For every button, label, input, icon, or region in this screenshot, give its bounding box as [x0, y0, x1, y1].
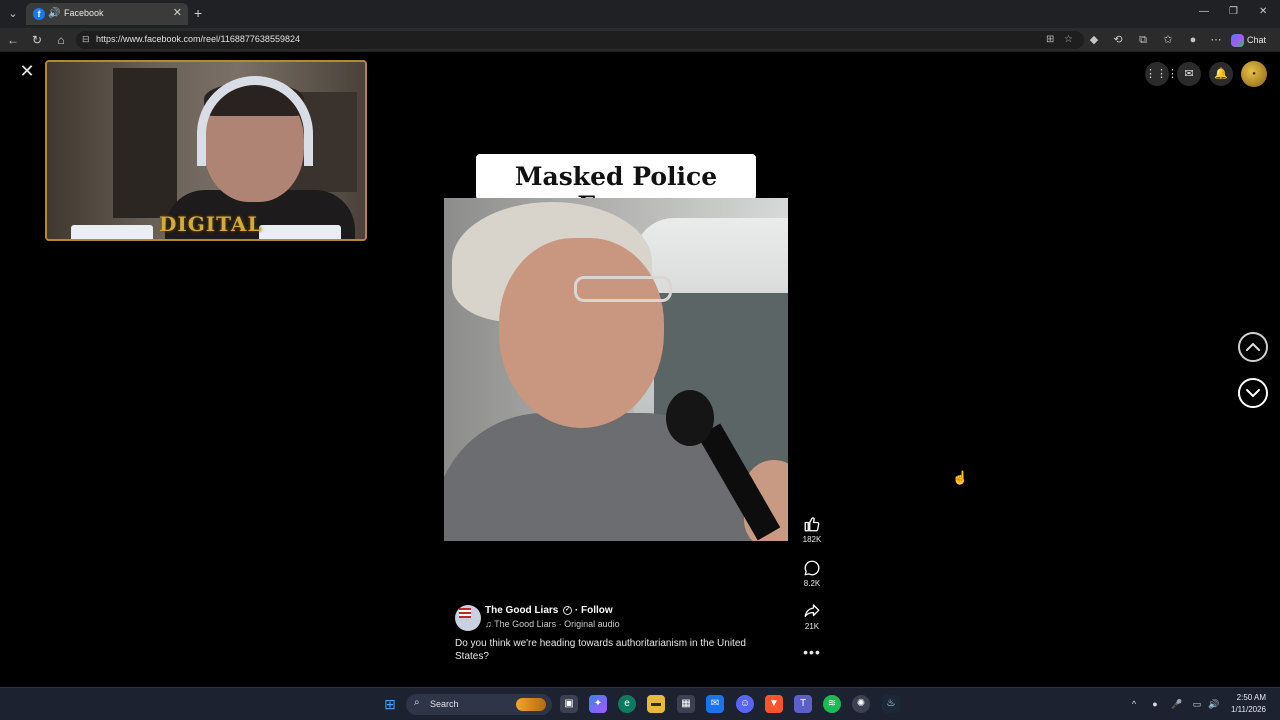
copilot-taskbar-icon[interactable]: ✦	[589, 695, 607, 713]
search-icon: ⌕	[414, 697, 420, 708]
like-icon	[804, 517, 820, 532]
maximize-icon[interactable]: ❐	[1229, 6, 1238, 17]
tab-close-icon[interactable]: ✕	[173, 6, 182, 19]
favorite-star-icon[interactable]: ☆	[1064, 34, 1073, 45]
webcam-lower-bar-right	[259, 225, 341, 239]
author-name[interactable]: The Good Liars	[485, 605, 558, 616]
chevron-up-icon	[1246, 342, 1260, 351]
reader-view-icon[interactable]: ⊞	[1046, 34, 1054, 45]
webcam-overlay: DIGITAL	[45, 60, 367, 241]
flag-icon	[459, 608, 471, 618]
like-button[interactable]: 182K	[798, 515, 826, 544]
microphone-tray-icon[interactable]: 🎤	[1170, 697, 1184, 711]
outlook-icon[interactable]: ✉	[706, 695, 724, 713]
discord-icon[interactable]: ☺	[736, 695, 754, 713]
spotify-icon[interactable]: ≋	[823, 695, 841, 713]
reel-video[interactable]	[444, 198, 788, 541]
chat-label: Chat	[1247, 35, 1267, 45]
network-icon[interactable]: ▭	[1190, 697, 1204, 711]
author-line: The Good Liars ✓ · Follow	[485, 605, 613, 616]
verified-icon: ✓	[563, 605, 573, 615]
close-reel-icon[interactable]: ✕	[18, 62, 36, 80]
webcam-door	[113, 68, 177, 218]
search-highlight-icon	[516, 698, 546, 711]
site-info-icon[interactable]: ⊟	[82, 34, 90, 45]
chatgpt-icon[interactable]: ✺	[852, 695, 870, 713]
taskbar-search[interactable]: ⌕ Search	[406, 694, 552, 715]
split-screen-icon[interactable]: ⧉	[1135, 32, 1151, 48]
chat-button[interactable]: Chat	[1231, 31, 1275, 49]
webcam-lower-bar-left	[71, 225, 153, 239]
microphone-icon	[666, 390, 714, 446]
previous-reel-button[interactable]	[1238, 332, 1268, 362]
tray-app-icon[interactable]: ●	[1148, 697, 1162, 711]
audio-playing-icon[interactable]: 🔊	[48, 7, 60, 21]
window-close-icon[interactable]: ✕	[1259, 6, 1267, 17]
refresh-icon[interactable]: ↻	[29, 32, 45, 48]
video-person-glasses	[574, 276, 672, 302]
clock-date: 1/11/2026	[1231, 705, 1266, 714]
notifications-bell-icon[interactable]: 🔔	[1209, 62, 1233, 86]
minimize-icon[interactable]: —	[1199, 6, 1209, 17]
favorites-icon[interactable]: ✩	[1160, 32, 1176, 48]
audio-line[interactable]: ♫ The Good Liars · Original audio	[485, 619, 620, 629]
share-icon	[804, 604, 820, 617]
music-note-icon: ♫	[485, 619, 495, 629]
share-count: 21K	[804, 622, 820, 631]
reel-caption: Do you think we're heading towards autho…	[455, 638, 746, 662]
address-bar[interactable]: ⊟ https://www.facebook.com/reel/11688776…	[76, 31, 1084, 49]
more-actions-icon[interactable]: •••	[798, 644, 826, 660]
messenger-icon[interactable]: ✉	[1177, 62, 1201, 86]
comment-button[interactable]: 8.2K	[798, 559, 826, 588]
teams-icon[interactable]: T	[794, 695, 812, 713]
hand-cursor-icon: ☝	[952, 470, 969, 485]
brave-icon[interactable]: ▼	[765, 695, 783, 713]
windows-start-icon[interactable]: ⊞	[381, 695, 399, 713]
profile-toolbar-icon[interactable]: ●	[1185, 32, 1201, 48]
more-options-icon[interactable]: ⋯	[1208, 32, 1224, 48]
home-icon[interactable]: ⌂	[53, 32, 69, 48]
author-avatar[interactable]	[455, 605, 481, 631]
taskbar-clock[interactable]: 2:50 AM 1/11/2026	[1222, 692, 1266, 716]
tray-overflow-icon[interactable]: ^	[1127, 697, 1141, 711]
clock-time: 2:50 AM	[1236, 693, 1266, 702]
comment-icon	[804, 560, 820, 576]
next-reel-button[interactable]	[1238, 378, 1268, 408]
address-url[interactable]: https://www.facebook.com/reel/1168877638…	[96, 34, 300, 44]
webcam-logo: DIGITAL	[159, 212, 263, 236]
reel-title-box: Masked Police Force	[476, 154, 756, 220]
copilot-icon	[1231, 34, 1244, 48]
sync-icon[interactable]: ⟲	[1110, 32, 1126, 48]
tab-title: Facebook	[64, 8, 104, 18]
menu-grid-icon[interactable]: ⋮⋮⋮	[1145, 62, 1178, 86]
task-view-icon[interactable]: ▣	[560, 695, 578, 713]
share-button[interactable]: 21K	[798, 602, 826, 631]
store-icon[interactable]: ▦	[677, 695, 695, 713]
tab-actions-menu-icon[interactable]: ⌄	[4, 5, 22, 23]
new-tab-icon[interactable]: +	[194, 5, 202, 21]
facebook-favicon-icon: f	[33, 8, 45, 20]
volume-icon[interactable]: 🔊	[1207, 697, 1221, 711]
video-person-face	[499, 238, 664, 428]
file-explorer-icon[interactable]: ▬	[647, 695, 665, 713]
like-count: 182K	[802, 535, 822, 544]
follow-link[interactable]: Follow	[581, 605, 613, 616]
comment-count: 8.2K	[803, 579, 821, 588]
chevron-down-icon	[1246, 389, 1260, 398]
search-label: Search	[430, 699, 459, 709]
browser-navbar: ← ↻ ⌂ ⊟ https://www.facebook.com/reel/11…	[0, 28, 1280, 52]
extension-icon[interactable]: ◆	[1086, 32, 1102, 48]
tab-facebook[interactable]: f 🔊 Facebook ✕	[26, 3, 188, 25]
browser-tabstrip: ⌄ f 🔊 Facebook ✕ + — ❐ ✕	[0, 0, 1280, 28]
edge-icon[interactable]: e	[618, 695, 636, 713]
audio-label: The Good Liars · Original audio	[494, 619, 620, 629]
profile-avatar[interactable]: ●	[1241, 61, 1267, 87]
screen: ⌄ f 🔊 Facebook ✕ + — ❐ ✕ ← ↻ ⌂ ⊟ https:/…	[0, 0, 1280, 720]
reel-viewer: ✕ DIGITAL Masked Police Force	[0, 52, 1280, 687]
taskbar: ⊞ ⌕ Search ▣ ✦ e ▬ ▦ ✉ ☺ ▼ T ≋ ✺ ♨ ^ ● 🎤…	[0, 687, 1280, 720]
back-icon[interactable]: ←	[5, 32, 21, 48]
steam-icon[interactable]: ♨	[882, 695, 900, 713]
